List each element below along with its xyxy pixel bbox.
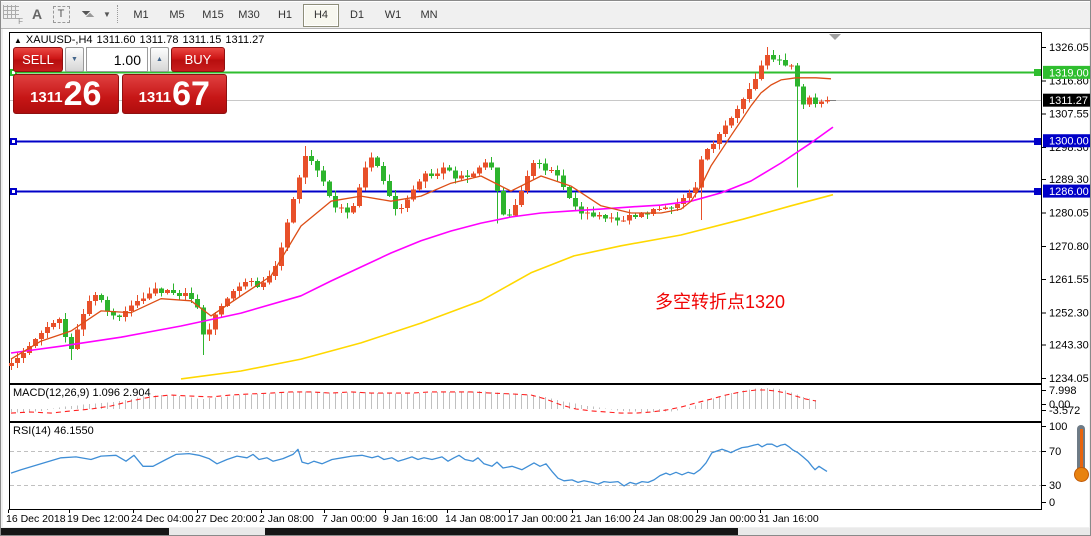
toolbar: F A T ▼ M1 M5 M15 M30 H1 H4 D1 W1 MN [1,1,1090,29]
toolbar-handle-icon[interactable]: F [3,5,23,26]
timeframe-button-m30[interactable]: M30 [231,4,267,27]
rsi-axis-label: 100 [1049,421,1067,433]
sell-price-big: 26 [63,75,102,113]
time-axis-label: 24 Dec 04:00 [131,513,194,525]
time-axis-label: 24 Jan 08:00 [633,513,694,525]
time-axis-label: 2 Jan 08:00 [259,513,314,525]
macd-axis-label: -3.572 [1049,405,1080,417]
rsi-axis-label: 30 [1049,480,1061,492]
time-axis-label: 9 Jan 16:00 [383,513,438,525]
quote-low: 1311.15 [182,34,222,46]
time-axis-label: 21 Jan 16:00 [570,513,631,525]
price-axis-label: 1261.55 [1049,274,1089,286]
buy-price-big: 67 [172,75,210,113]
rsi-axis-label: 70 [1049,446,1061,458]
volume-input[interactable]: 1.00 [86,47,148,72]
thermometer-icon [1072,425,1090,489]
time-axis-label: 19 Dec 12:00 [67,513,130,525]
price-axis-label: 1270.80 [1049,241,1089,253]
time-axis-label: 27 Dec 20:00 [195,513,258,525]
price-axis-label: 1280.05 [1049,208,1089,220]
timeframe-button-h1[interactable]: H1 [267,4,303,27]
time-axis-label: 31 Jan 16:00 [758,513,819,525]
toolbar-separator [117,5,118,23]
time-axis-label: 14 Jan 08:00 [445,513,506,525]
sell-price-small: 1311 [30,89,63,106]
text-label-glyph: T [52,5,70,23]
timeframe-button-mn[interactable]: MN [411,4,447,27]
quote-open: 1311.60 [96,34,136,46]
timeframe-button-h4[interactable]: H4 [303,4,339,27]
timeframe-button-m15[interactable]: M15 [195,4,231,27]
time-axis-label: 17 Jan 00:00 [507,513,568,525]
price-axis-highlight-label: 1311.27 [1049,95,1088,107]
price-axis-highlight-label: 1286.00 [1049,186,1089,198]
price-axis-highlight-label: 1319.00 [1049,67,1089,79]
rsi-axis-label: 0 [1049,497,1055,509]
macd-axis-label: 7.998 [1049,385,1077,397]
buy-price-box[interactable]: 1311 67 [121,74,227,114]
quote-close: 1311.27 [225,34,265,46]
quote-high: 1311.78 [139,34,179,46]
arrow-down-icon [85,12,95,22]
price-axis-label: 1289.30 [1049,174,1089,186]
sell-price-box[interactable]: 1311 26 [13,74,119,114]
rsi-indicator-label: RSI(14) 46.1550 [13,425,94,437]
mt4-window: 1326.05 1316.80 1307.55 1298.30 1289.30 1280.… [0,0,1091,536]
volume-increase-button[interactable]: ▲ [150,47,169,72]
volume-decrease-button[interactable]: ▼ [65,47,84,72]
timeframe-button-m5[interactable]: M5 [159,4,195,27]
buy-price-small: 1311 [138,89,172,106]
price-axis-highlight-label: 1300.00 [1049,136,1089,148]
bottom-edge-segment [738,528,1090,535]
timeframe-button-m1[interactable]: M1 [123,4,159,27]
text-label-icon[interactable]: T [51,3,71,25]
sell-button[interactable]: SELL [13,47,63,72]
symbol-marker-icon: ▲ [14,36,22,45]
timeframe-toolbar: M1 M5 M15 M30 H1 H4 D1 W1 MN [123,4,447,27]
time-axis-label: 7 Jan 00:00 [322,513,377,525]
buy-button[interactable]: BUY [171,47,225,72]
one-click-trading-panel: SELL ▼ 1.00 ▲ BUY 1311 26 1311 67 [13,47,227,114]
timeframe-button-w1[interactable]: W1 [375,4,411,27]
font-icon[interactable]: A [27,3,47,25]
price-axis-label: 1326.05 [1049,42,1089,54]
macd-indicator-label: MACD(12,26,9) 1.096 2.904 [13,387,151,399]
quote-line: ▲ XAUUSD-,H4 1311.60 1311.78 1311.15 1311.27 [14,34,268,46]
symbol-name: XAUUSD-,H4 [25,34,93,46]
thermometer-fill [1080,429,1083,471]
bottom-edge-segment [169,528,265,535]
timeframe-button-d1[interactable]: D1 [339,4,375,27]
chart-annotation: 多空转折点1320 [655,292,786,312]
thermometer-bulb [1074,467,1089,482]
price-axis-label: 1307.55 [1049,109,1089,121]
dropdown-caret-icon[interactable]: ▼ [101,3,113,25]
time-axis-label: 29 Jan 00:00 [695,513,756,525]
price-axis-label: 1243.30 [1049,340,1089,352]
price-axis-label: 1252.30 [1049,307,1089,319]
price-axis-label: 1234.05 [1049,373,1089,385]
time-axis-label: 16 Dec 2018 [6,513,66,525]
styles-arrows-icon[interactable] [77,3,99,25]
window-bottom-edge [1,528,1090,535]
